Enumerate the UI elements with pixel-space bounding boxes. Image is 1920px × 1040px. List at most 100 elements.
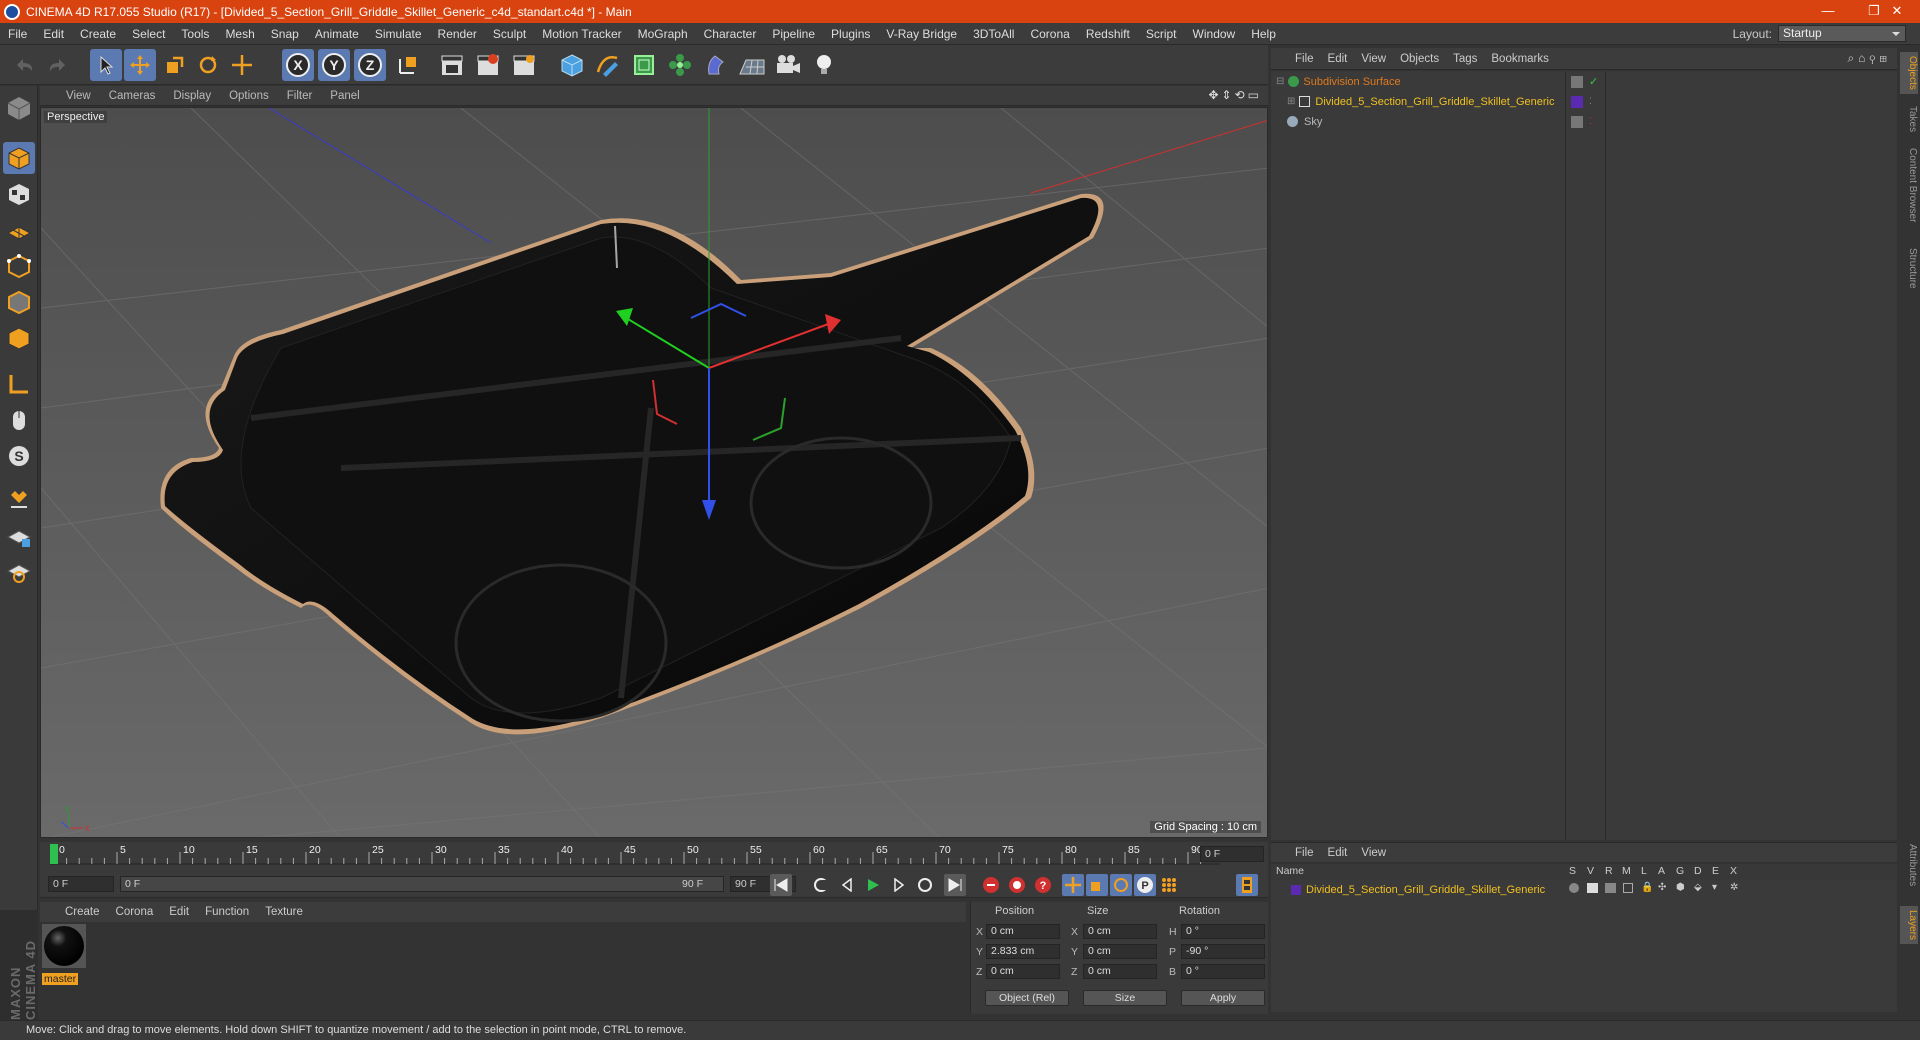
layer-color-swatch[interactable]	[1291, 884, 1301, 895]
tab-takes[interactable]: Takes	[1900, 102, 1918, 136]
rot-p-field[interactable]: -90 °	[1181, 944, 1265, 959]
object-menu-file[interactable]: File	[1288, 53, 1321, 65]
record-scale-button[interactable]	[1086, 874, 1108, 896]
play-button[interactable]	[862, 874, 884, 896]
size-x-field[interactable]: 0 cm	[1083, 924, 1157, 939]
object-menu-bookmarks[interactable]: Bookmarks	[1484, 53, 1556, 65]
model-mode-button[interactable]	[3, 142, 35, 174]
menu-plugins[interactable]: Plugins	[823, 27, 878, 41]
material-master[interactable]: master	[42, 924, 86, 985]
texture-mode-button[interactable]	[3, 178, 35, 210]
solo-toggle-icon[interactable]	[1569, 883, 1579, 893]
apply-button[interactable]: Apply	[1181, 990, 1265, 1006]
viewport-menu-display[interactable]: Display	[164, 90, 220, 102]
collapse-icon[interactable]: ⊟	[1276, 76, 1284, 87]
z-axis-button[interactable]: Z	[354, 49, 386, 81]
material-menu-corona[interactable]: Corona	[108, 906, 162, 918]
autokey-button[interactable]	[1006, 874, 1028, 896]
workplane-mode-button[interactable]	[3, 214, 35, 246]
rotate-tool-button[interactable]	[192, 49, 224, 81]
planar-workplane-button[interactable]	[3, 554, 35, 586]
render-view-button[interactable]	[436, 49, 468, 81]
menu-help[interactable]: Help	[1243, 27, 1284, 41]
prev-frame-button[interactable]	[836, 874, 858, 896]
snap-button[interactable]	[3, 484, 35, 516]
manager-toggle-icon[interactable]	[1623, 883, 1633, 893]
render-toggle-icon[interactable]	[1605, 883, 1616, 893]
points-mode-button[interactable]	[3, 250, 35, 282]
menu-redshift[interactable]: Redshift	[1078, 27, 1138, 41]
object-row-sky[interactable]: Sky ⁚	[1271, 112, 1897, 131]
axis-mode-button[interactable]	[3, 368, 35, 400]
deformer-toggle-icon[interactable]: ⬙	[1694, 882, 1702, 893]
solo-button[interactable]: S	[3, 440, 35, 472]
lock-toggle-icon[interactable]: 🔒	[1641, 882, 1653, 893]
next-frame-button[interactable]	[888, 874, 910, 896]
expand-icon[interactable]: ⊞	[1287, 96, 1295, 107]
goto-start-button[interactable]	[770, 874, 792, 896]
record-button[interactable]	[980, 874, 1002, 896]
menu-render[interactable]: Render	[430, 27, 485, 41]
animation-toggle-icon[interactable]: ✣	[1658, 882, 1666, 893]
object-menu-edit[interactable]: Edit	[1321, 53, 1355, 65]
object-menu-objects[interactable]: Objects	[1393, 53, 1446, 65]
layer-menu-edit[interactable]: Edit	[1321, 847, 1355, 859]
edges-mode-button[interactable]	[3, 286, 35, 318]
redo-button[interactable]	[42, 49, 74, 81]
menu-select[interactable]: Select	[124, 27, 173, 41]
viewport-nav-icons[interactable]: ✥⇕⟲▭	[1208, 88, 1262, 102]
tab-content-browser[interactable]: Content Browser	[1900, 144, 1918, 226]
record-parameter-button[interactable]: P	[1134, 874, 1156, 896]
deformer-button[interactable]	[700, 49, 732, 81]
transform-tool-button[interactable]	[226, 49, 258, 81]
undo-button[interactable]	[8, 49, 40, 81]
record-pla-button[interactable]	[1158, 874, 1180, 896]
viewport-menu-view[interactable]: View	[57, 90, 100, 102]
keyframe-selection-button[interactable]: ?	[1032, 874, 1054, 896]
record-rotation-button[interactable]	[1110, 874, 1132, 896]
menu-create[interactable]: Create	[72, 27, 124, 41]
menu-character[interactable]: Character	[696, 27, 765, 41]
menu-motion-tracker[interactable]: Motion Tracker	[534, 27, 629, 41]
light-button[interactable]	[808, 49, 840, 81]
timeline-window-button[interactable]	[1236, 874, 1258, 896]
close-button[interactable]: ✕	[1874, 0, 1920, 23]
x-axis-button[interactable]: X	[282, 49, 314, 81]
rot-b-field[interactable]: 0 °	[1181, 964, 1265, 979]
object-row-skillet[interactable]: ⊞ Divided_5_Section_Grill_Griddle_Skille…	[1271, 92, 1897, 111]
menu-mesh[interactable]: Mesh	[217, 27, 262, 41]
preview-range-slider[interactable]: 0 F 90 F	[120, 876, 724, 892]
record-position-button[interactable]	[1062, 874, 1084, 896]
menu-vray-bridge[interactable]: V-Ray Bridge	[878, 27, 965, 41]
pos-z-field[interactable]: 0 cm	[986, 964, 1060, 979]
live-selection-button[interactable]	[90, 49, 122, 81]
goto-end-button[interactable]	[944, 874, 966, 896]
viewport-menu-filter[interactable]: Filter	[278, 90, 322, 102]
visibility-dots-icon[interactable]: ⁚	[1589, 96, 1592, 107]
menu-sculpt[interactable]: Sculpt	[485, 27, 534, 41]
next-key-button[interactable]	[914, 874, 936, 896]
subdivision-surface-button[interactable]	[628, 49, 660, 81]
layer-row[interactable]: Divided_5_Section_Grill_Griddle_Skillet_…	[1271, 880, 1897, 899]
tab-structure[interactable]: Structure	[1900, 244, 1918, 293]
menu-edit[interactable]: Edit	[35, 27, 72, 41]
move-tool-button[interactable]	[124, 49, 156, 81]
editor-visibility-icon[interactable]	[1571, 75, 1583, 88]
menu-window[interactable]: Window	[1185, 27, 1244, 41]
rot-h-field[interactable]: 0 °	[1181, 924, 1265, 939]
menu-script[interactable]: Script	[1138, 27, 1185, 41]
material-menu-edit[interactable]: Edit	[161, 906, 197, 918]
layer-menu-file[interactable]: File	[1288, 847, 1321, 859]
menu-mograph[interactable]: MoGraph	[630, 27, 696, 41]
material-menu-function[interactable]: Function	[197, 906, 257, 918]
coordinate-mode-dropdown[interactable]: Object (Rel)	[985, 990, 1069, 1006]
pos-x-field[interactable]: 0 cm	[986, 924, 1060, 939]
camera-button[interactable]	[772, 49, 804, 81]
cube-primitive-button[interactable]	[556, 49, 588, 81]
workplane-lock-button[interactable]	[3, 520, 35, 552]
current-frame-field[interactable]: 0 F	[1200, 846, 1264, 862]
material-menu-texture[interactable]: Texture	[257, 906, 311, 918]
object-menu-tags[interactable]: Tags	[1446, 53, 1484, 65]
object-manager-tool-icons[interactable]: ⌕⌂⚲⊞	[1847, 51, 1891, 66]
generator-toggle-icon[interactable]: ⬢	[1676, 882, 1685, 893]
